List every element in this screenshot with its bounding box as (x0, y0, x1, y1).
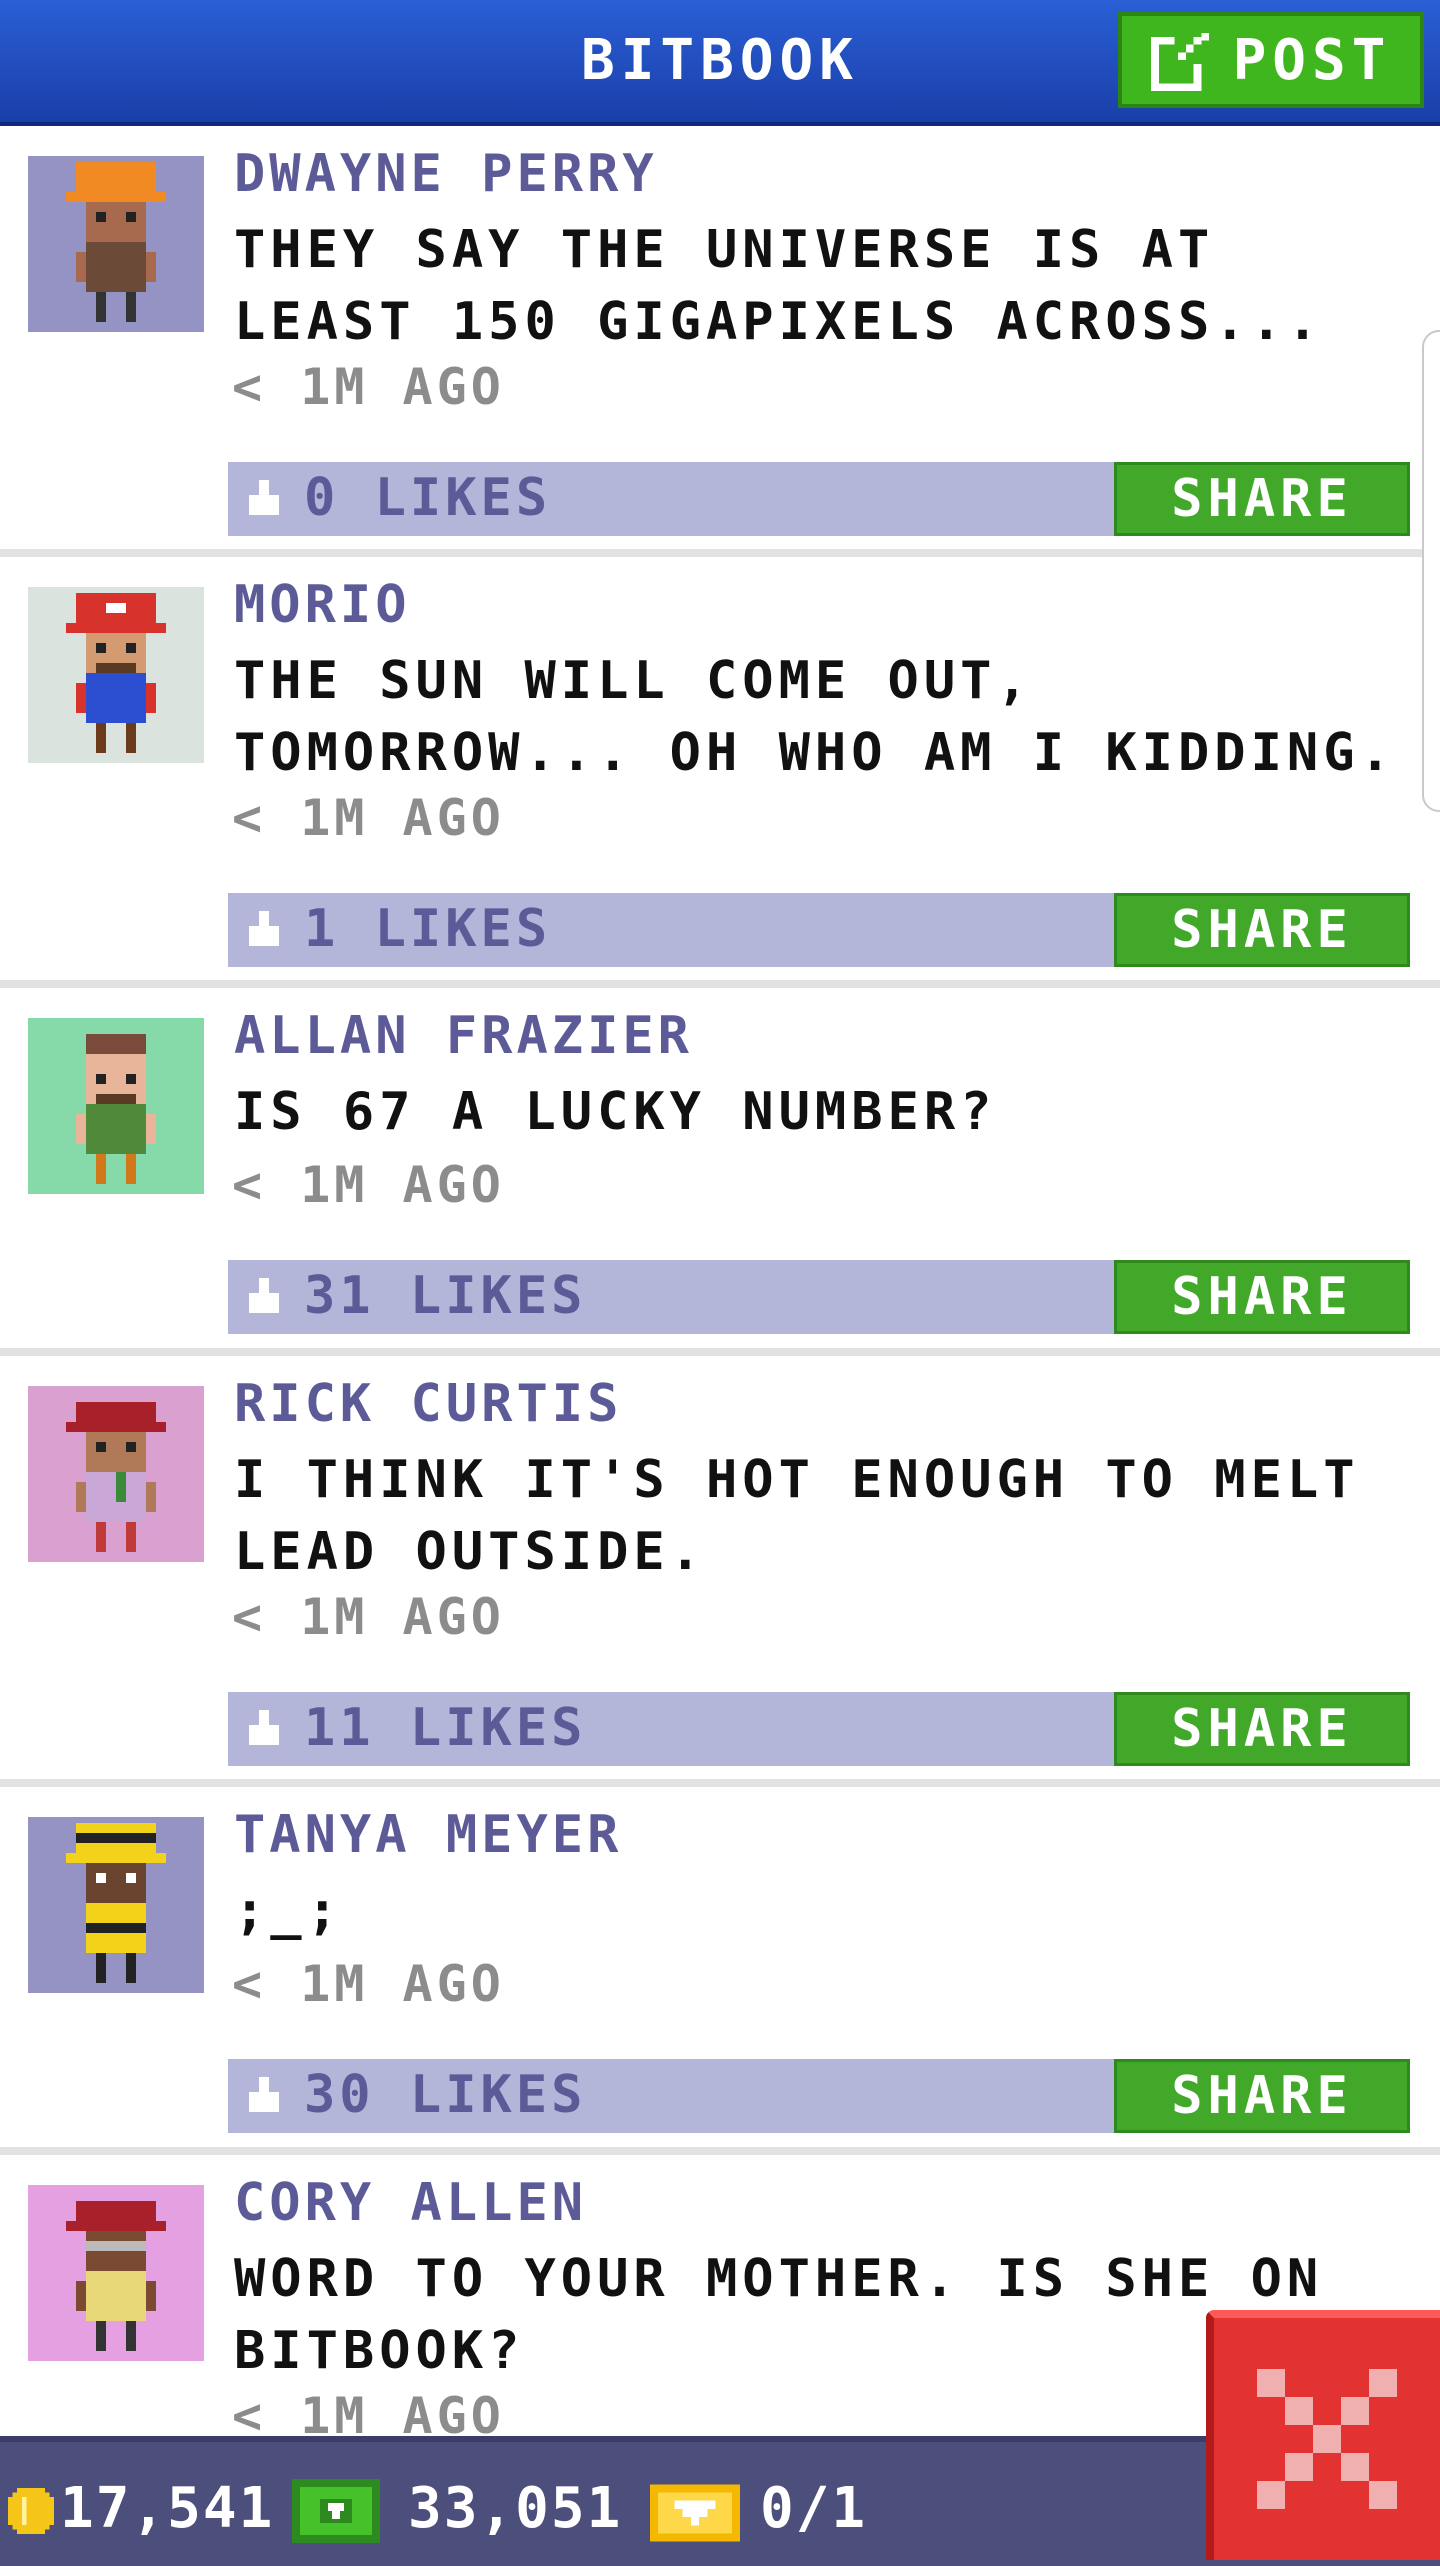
post-button-label: POST (1232, 27, 1392, 93)
feed-post: ALLAN FRAZIER IS 67 A LUCKY NUMBER? < 1M… (0, 988, 1440, 1356)
thumbs-up-icon[interactable] (244, 480, 284, 520)
avatar (28, 1386, 204, 1562)
post-time: < 1M AGO (232, 1156, 505, 1214)
likes-count: 0 LIKES (304, 468, 552, 528)
feed[interactable]: DWAYNE PERRY THEY SAY THE UNIVERSE IS AT… (0, 126, 1440, 2436)
scroll-indicator[interactable] (1422, 330, 1440, 812)
thumbs-up-icon[interactable] (244, 1278, 284, 1318)
likes-count: 1 LIKES (304, 899, 552, 959)
coin-count: 17,541 (60, 2476, 275, 2541)
likes-bar: 31 LIKES SHARE (228, 1260, 1410, 1334)
avatar (28, 587, 204, 763)
post-text: I THINK IT'S HOT ENOUGH TO MELT LEAD OUT… (234, 1450, 1360, 1582)
post-time: < 1M AGO (232, 1588, 505, 1646)
likes-count: 11 LIKES (304, 1698, 587, 1758)
post-text: THE SUN WILL COME OUT, TOMORROW... OH WH… (234, 651, 1396, 783)
app-header: BITBOOK POST (0, 0, 1440, 126)
edit-icon (1150, 32, 1209, 91)
thumbs-up-icon[interactable] (244, 2077, 284, 2117)
character-avatar-icon (66, 2201, 166, 2351)
post-time: < 1M AGO (232, 1955, 505, 2013)
bux-count: 33,051 (408, 2476, 623, 2541)
likes-bar: 1 LIKES SHARE (228, 893, 1410, 967)
feed-post: DWAYNE PERRY THEY SAY THE UNIVERSE IS AT… (0, 126, 1440, 557)
post-button[interactable]: POST (1118, 12, 1424, 108)
share-button[interactable]: SHARE (1114, 893, 1410, 967)
ticket-count: 0/1 (760, 2476, 868, 2541)
post-time: < 1M AGO (232, 789, 505, 847)
post-text: ;_; (234, 1881, 343, 1941)
likes-count: 31 LIKES (304, 1266, 587, 1326)
post-text: THEY SAY THE UNIVERSE IS AT LEAST 150 GI… (234, 220, 1324, 352)
thumbs-up-icon[interactable] (244, 911, 284, 951)
character-avatar-icon (66, 593, 166, 753)
ticket-icon (650, 2484, 740, 2542)
bux-icon (292, 2479, 380, 2543)
likes-bar: 0 LIKES SHARE (228, 462, 1410, 536)
post-author[interactable]: MORIO (234, 575, 411, 635)
coin-icon (8, 2488, 54, 2534)
share-button[interactable]: SHARE (1114, 2059, 1410, 2133)
close-button[interactable] (1206, 2310, 1440, 2560)
close-icon (1257, 2369, 1397, 2509)
feed-post: MORIO THE SUN WILL COME OUT, TOMORROW...… (0, 557, 1440, 988)
feed-post: TANYA MEYER ;_; < 1M AGO 30 LIKES SHARE (0, 1787, 1440, 2155)
character-avatar-icon (66, 1402, 166, 1552)
likes-bar: 11 LIKES SHARE (228, 1692, 1410, 1766)
post-author[interactable]: ALLAN FRAZIER (234, 1006, 693, 1066)
character-avatar-icon (76, 1034, 156, 1184)
likes-count: 30 LIKES (304, 2065, 587, 2125)
post-time: < 1M AGO (232, 2387, 505, 2436)
feed-post: RICK CURTIS I THINK IT'S HOT ENOUGH TO M… (0, 1356, 1440, 1787)
character-avatar-icon (66, 1823, 166, 1983)
post-author[interactable]: TANYA MEYER (234, 1805, 622, 1865)
share-button[interactable]: SHARE (1114, 462, 1410, 536)
share-button[interactable]: SHARE (1114, 1260, 1410, 1334)
share-button[interactable]: SHARE (1114, 1692, 1410, 1766)
post-text: IS 67 A LUCKY NUMBER? (234, 1082, 997, 1142)
post-time: < 1M AGO (232, 358, 505, 416)
post-author[interactable]: DWAYNE PERRY (234, 144, 658, 204)
post-author[interactable]: RICK CURTIS (234, 1374, 622, 1434)
avatar (28, 156, 204, 332)
avatar (28, 1817, 204, 1993)
character-avatar-icon (66, 162, 166, 322)
likes-bar: 30 LIKES SHARE (228, 2059, 1410, 2133)
avatar (28, 2185, 204, 2361)
thumbs-up-icon[interactable] (244, 1710, 284, 1750)
post-author[interactable]: CORY ALLEN (234, 2173, 587, 2233)
avatar (28, 1018, 204, 1194)
